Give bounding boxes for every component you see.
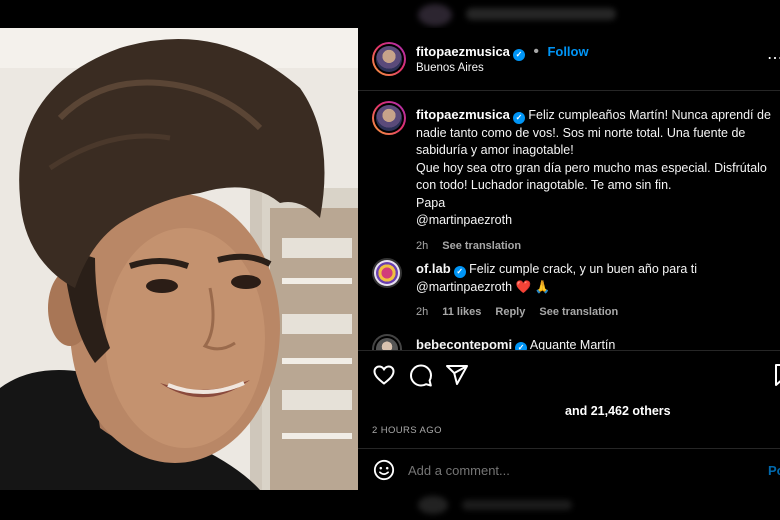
commenter-avatar[interactable] <box>372 258 402 288</box>
save-icon[interactable] <box>772 363 780 387</box>
comment-text: Aguante Martín <box>529 338 616 350</box>
author-avatar[interactable] <box>372 42 406 76</box>
caption-time[interactable]: 2h <box>416 240 428 252</box>
post-comment-button[interactable]: Post <box>768 463 780 478</box>
like-icon[interactable] <box>372 363 396 387</box>
blurred-bottom-bar <box>0 490 780 520</box>
likes-summary[interactable]: and 21,462 others <box>565 404 671 418</box>
comment-text: Feliz cumple crack, y un buen año para t… <box>469 262 698 276</box>
see-translation-link[interactable]: See translation <box>539 306 618 318</box>
caption-line: Feliz cumpleaños Martín! Nunca aprendí d… <box>528 108 771 122</box>
header-line: fitopaezmusica ✓ • Follow <box>416 43 589 61</box>
comment-item: bebecontepomi ✓ Aguante Martín <box>416 336 778 350</box>
comment-username[interactable]: of.lab <box>416 261 451 276</box>
blurred-text <box>462 500 572 510</box>
caption-line: Que hoy sea otro gran día pero mucho mas… <box>416 160 767 175</box>
post-location[interactable]: Buenos Aires <box>416 62 484 74</box>
verified-icon: ✓ <box>515 342 528 350</box>
blurred-top-bar <box>0 0 780 28</box>
blurred-avatar <box>418 4 452 26</box>
post-caption: fitopaezmusica ✓ Feliz cumpleaños Martín!… <box>416 106 778 255</box>
caption-line: con todo! Luchador inagotable. Te amo si… <box>416 178 672 192</box>
comment-item: of.lab ✓ Feliz cumple crack, y un buen añ… <box>416 260 778 322</box>
see-translation-link[interactable]: See translation <box>442 240 521 252</box>
add-comment-bar: Post <box>358 453 780 490</box>
comment-likes[interactable]: 11 likes <box>442 306 481 318</box>
likes-prefix: and <box>565 404 588 418</box>
footer-divider <box>358 448 780 449</box>
comment-meta: 2h 11 likes Reply See translation <box>416 304 778 322</box>
caption-username[interactable]: fitopaezmusica <box>416 107 510 122</box>
verified-icon: ✓ <box>453 266 466 278</box>
caption-line: Papa <box>416 195 446 210</box>
blurred-text <box>466 8 616 20</box>
share-icon[interactable] <box>445 363 469 387</box>
commenter-avatar[interactable] <box>372 334 402 350</box>
comment-icon[interactable] <box>409 363 433 387</box>
blurred-avatar <box>418 496 448 514</box>
header-divider <box>358 90 780 91</box>
comment-text-line2: @martinpaezroth ❤️ 🙏 <box>416 279 551 294</box>
caption-line: nadie tanto como de vos!. Sos mi norte t… <box>416 125 746 140</box>
reply-button[interactable]: Reply <box>495 306 525 318</box>
caption-mention[interactable]: @martinpaezroth <box>416 212 778 230</box>
verified-icon: ✓ <box>512 49 525 61</box>
caption-meta: 2h See translation <box>416 238 778 256</box>
comment-time[interactable]: 2h <box>416 306 428 318</box>
comment-username[interactable]: bebecontepomi <box>416 337 512 350</box>
post-timestamp[interactable]: 2 HOURS AGO <box>372 425 442 436</box>
action-bar <box>358 351 780 399</box>
separator-dot: • <box>533 43 539 60</box>
comment-item-clip: bebecontepomi ✓ Aguante Martín <box>358 332 780 350</box>
emoji-icon[interactable] <box>373 459 395 481</box>
add-comment-input[interactable] <box>408 463 708 478</box>
caption-line: sabiduría y amor inagotable! <box>416 143 574 157</box>
likes-count[interactable]: 21,462 others <box>591 404 671 418</box>
author-username[interactable]: fitopaezmusica <box>416 44 510 59</box>
post-photo <box>0 28 358 490</box>
verified-icon: ✓ <box>512 112 525 124</box>
post-details-panel: fitopaezmusica ✓ • Follow Buenos Aires ⋯ … <box>358 28 780 490</box>
more-options-icon[interactable]: ⋯ <box>767 48 780 68</box>
follow-button[interactable]: Follow <box>547 44 588 59</box>
caption-avatar[interactable] <box>372 101 406 135</box>
